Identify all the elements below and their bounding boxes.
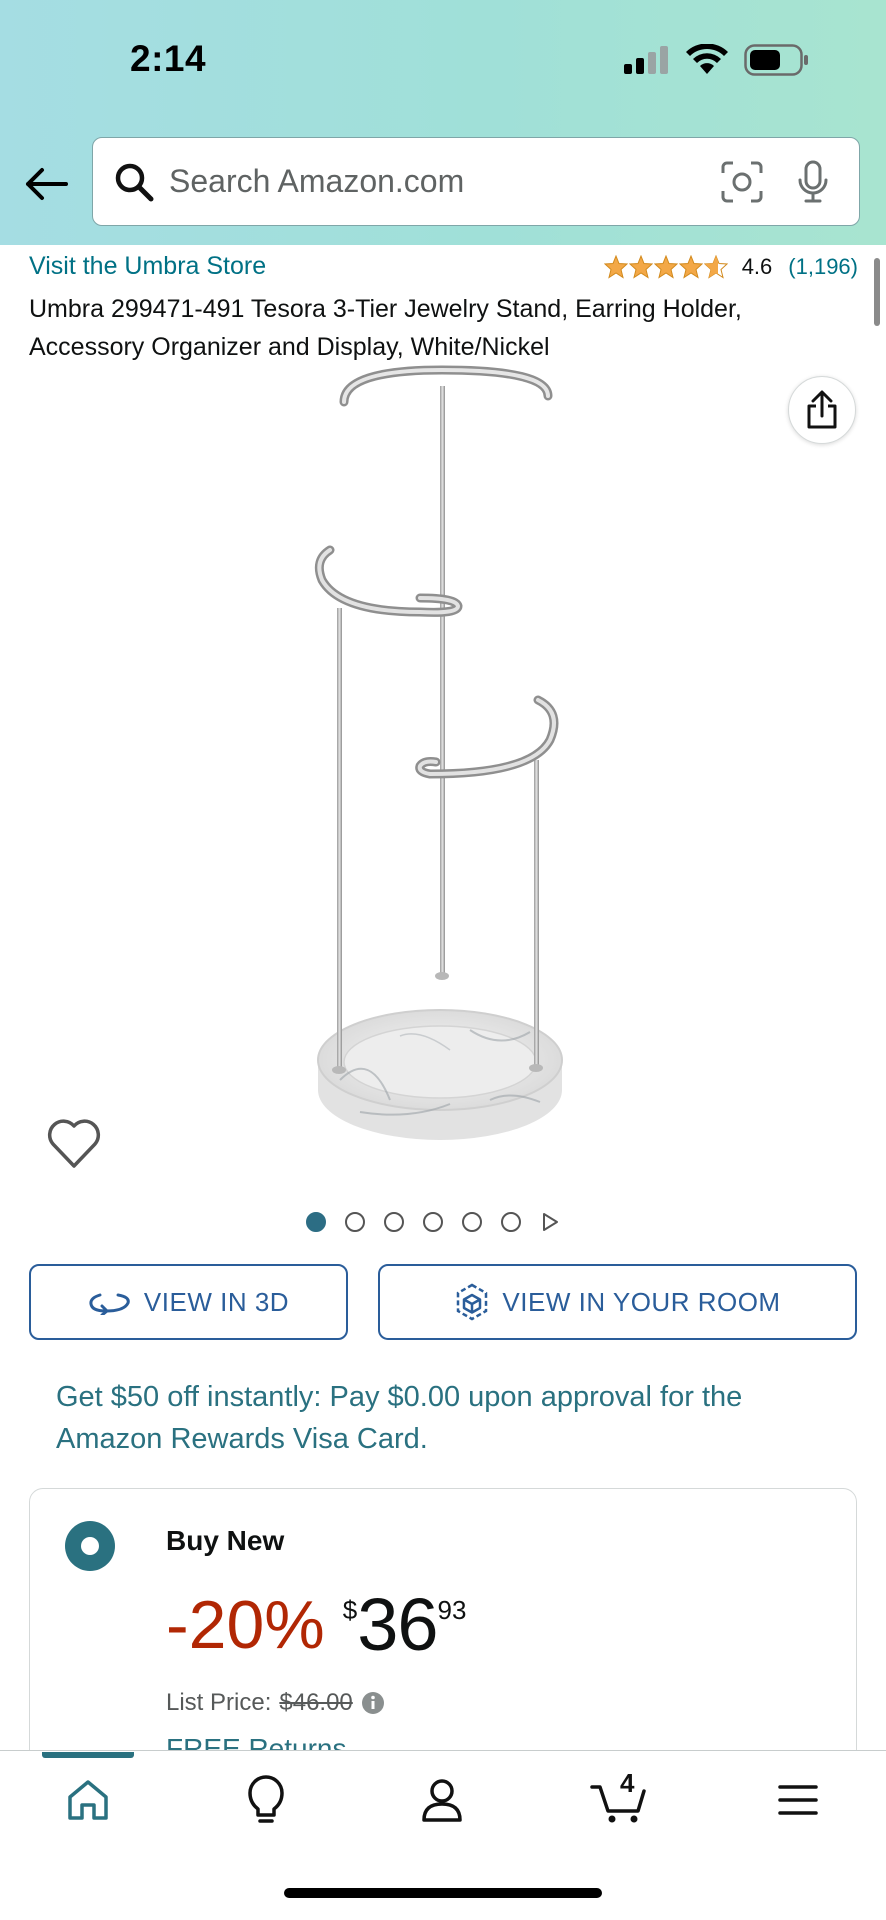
price-currency: $ — [342, 1595, 358, 1625]
view-in-room-button[interactable]: VIEW IN YOUR ROOM — [378, 1264, 857, 1340]
lightbulb-icon — [248, 1775, 284, 1823]
battery-icon — [744, 44, 808, 76]
product-image[interactable] — [300, 360, 590, 1180]
rating[interactable]: 4.6 (1,196) — [603, 254, 858, 280]
camera-lens-icon[interactable] — [717, 157, 767, 207]
jewelry-stand-image — [314, 365, 563, 1140]
status-icons — [624, 42, 810, 78]
home-indicator[interactable] — [284, 1888, 602, 1898]
wifi-icon — [686, 44, 728, 74]
nav-cart[interactable]: 4 — [580, 1768, 660, 1832]
play-video-icon[interactable] — [540, 1212, 560, 1232]
ar-cube-icon — [457, 1283, 488, 1321]
cart-count-badge: 4 — [620, 1768, 635, 1798]
back-button[interactable] — [20, 158, 72, 210]
buy-new-radio[interactable] — [65, 1521, 115, 1571]
nav-menu[interactable] — [758, 1768, 838, 1832]
nav-home[interactable] — [48, 1768, 128, 1832]
price-fraction: 93 — [437, 1595, 467, 1625]
share-button[interactable] — [788, 376, 856, 444]
view-in-3d-label: VIEW IN 3D — [143, 1286, 290, 1317]
back-arrow-icon — [26, 168, 68, 200]
rating-count[interactable]: (1,196) — [788, 254, 858, 280]
star-full-icon — [628, 255, 653, 279]
product-title: Umbra 299471-491 Tesora 3-Tier Jewelry S… — [29, 295, 742, 361]
nav-account[interactable] — [402, 1768, 482, 1832]
list-price-label: List Price: — [166, 1689, 272, 1716]
nav-inspire[interactable] — [226, 1768, 306, 1832]
status-time: 2:14 — [130, 38, 207, 79]
hamburger-menu-icon — [778, 1785, 818, 1815]
view-in-room-label: VIEW IN YOUR ROOM — [502, 1286, 781, 1317]
buy-new-label: Buy New — [166, 1525, 285, 1556]
heart-icon — [47, 1119, 101, 1168]
view-in-3d-button[interactable]: VIEW IN 3D — [29, 1264, 348, 1340]
list-price-value: $46.00 — [279, 1689, 353, 1716]
store-link[interactable]: Visit the Umbra Store — [29, 252, 266, 281]
carousel-dot[interactable] — [345, 1212, 365, 1232]
search-input[interactable] — [169, 163, 717, 200]
star-full-icon — [603, 255, 628, 279]
search-icon — [111, 159, 157, 205]
carousel-dot[interactable] — [384, 1212, 404, 1232]
info-icon[interactable] — [361, 1691, 385, 1715]
wishlist-button[interactable] — [46, 1116, 102, 1170]
credit-card-promo-link[interactable]: Get $50 off instantly: Pay $0.00 upon ap… — [56, 1376, 846, 1460]
search-bar[interactable] — [92, 137, 860, 226]
microphone-icon[interactable] — [791, 157, 835, 207]
cellular-signal-icon — [624, 46, 668, 74]
image-carousel-dots — [306, 1212, 560, 1232]
rating-stars — [603, 255, 728, 279]
user-icon — [422, 1779, 462, 1822]
nav-active-indicator — [42, 1752, 134, 1758]
app-header: 2:14 — [0, 0, 886, 245]
price-whole: 36 — [357, 1583, 438, 1666]
home-icon — [68, 1780, 108, 1820]
star-full-icon — [678, 255, 703, 279]
carousel-dot[interactable] — [501, 1212, 521, 1232]
share-icon — [807, 390, 837, 429]
star-half-icon — [703, 255, 728, 279]
carousel-dot[interactable] — [306, 1212, 326, 1232]
scrollbar[interactable] — [874, 258, 880, 326]
price-row: -20% $ 36 93 — [166, 1585, 466, 1665]
carousel-dot[interactable] — [462, 1212, 482, 1232]
discount-percent: -20% — [166, 1587, 325, 1663]
carousel-dot[interactable] — [423, 1212, 443, 1232]
star-full-icon — [653, 255, 678, 279]
rating-value: 4.6 — [741, 254, 773, 279]
rotate-3d-icon — [89, 1293, 130, 1315]
list-price-row: List Price: $46.00 — [166, 1689, 385, 1717]
